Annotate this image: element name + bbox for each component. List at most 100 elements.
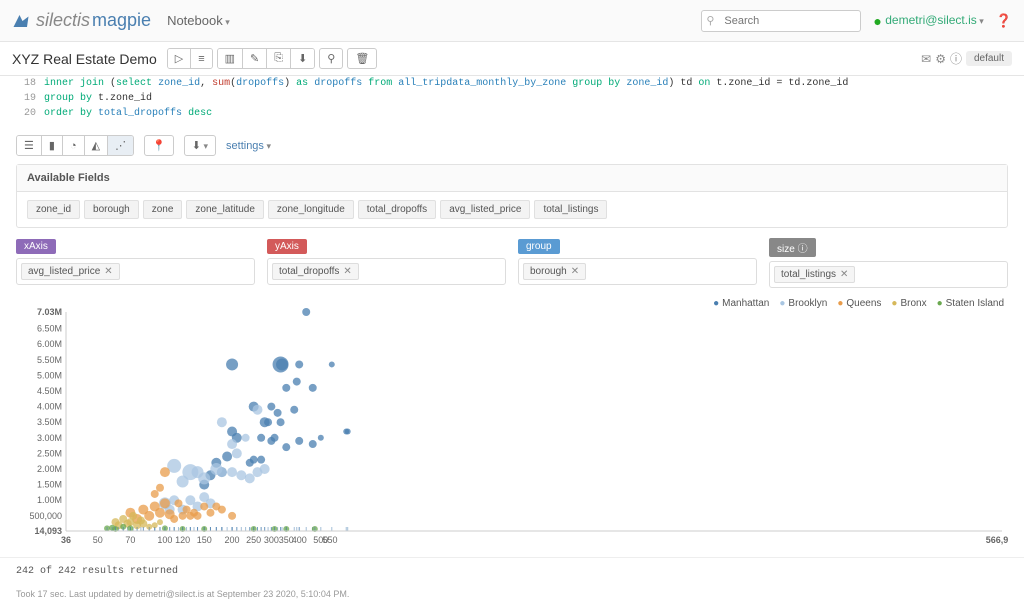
gear-icon[interactable]: ⚙ <box>935 52 946 66</box>
y-axis-label: yAxis <box>267 239 307 254</box>
legend-manhattan[interactable]: Manhattan <box>713 298 769 309</box>
copy-button[interactable]: ⎘ <box>266 49 290 68</box>
legend-queens[interactable]: Queens <box>837 298 881 309</box>
x-axis-dropzone[interactable]: avg_listed_price✕ <box>16 258 255 285</box>
svg-text:250: 250 <box>246 535 261 545</box>
field-tag[interactable]: avg_listed_price <box>440 200 530 219</box>
search-cells-button[interactable]: ⚲ <box>319 48 343 69</box>
remove-icon[interactable]: ✕ <box>840 269 848 280</box>
svg-text:550: 550 <box>323 535 338 545</box>
viz-bar-button[interactable]: ▮ <box>41 136 62 155</box>
magpie-icon <box>12 12 30 30</box>
chart-legend: Manhattan Brooklyn Queens Bronx Staten I… <box>713 298 1004 309</box>
group-dropzone[interactable]: borough✕ <box>518 258 757 285</box>
remove-icon[interactable]: ✕ <box>571 266 579 277</box>
svg-text:3.50M: 3.50M <box>37 417 62 427</box>
remove-icon[interactable]: ✕ <box>343 266 351 277</box>
sql-editor[interactable]: 18inner join (select zone_id, sum(dropof… <box>0 76 1024 127</box>
size-encoding: size ⓘ total_listings✕ <box>769 238 1008 288</box>
viz-table-button[interactable]: ☰ <box>17 136 41 155</box>
edit-button[interactable]: ✎ <box>242 49 266 68</box>
svg-text:70: 70 <box>125 535 135 545</box>
viz-toolbar: ☰ ▮ ◔ ◭ ⋰ 📍 ⬇ settings <box>0 127 1024 164</box>
remove-icon[interactable]: ✕ <box>104 266 112 277</box>
group-encoding: group borough✕ <box>518 238 757 288</box>
scatter-chart: Manhattan Brooklyn Queens Bronx Staten I… <box>16 298 1008 553</box>
brand-text-prefix: silectis <box>36 10 90 31</box>
search-input[interactable] <box>701 10 861 32</box>
available-fields-panel: Available Fields zone_idboroughzonezone_… <box>16 164 1008 228</box>
results-footer: 242 of 242 results returned <box>0 557 1024 585</box>
svg-text:3.00M: 3.00M <box>37 433 62 443</box>
run-button[interactable]: ▷ <box>168 49 190 68</box>
run-all-button[interactable]: ≡ <box>190 49 211 68</box>
x-axis-chip[interactable]: avg_listed_price✕ <box>21 263 120 280</box>
viz-settings-link[interactable]: settings <box>226 140 271 152</box>
user-menu[interactable]: ● demetri@silect.is <box>873 13 983 29</box>
svg-text:2.00M: 2.00M <box>37 464 62 474</box>
run-group: ▷ ≡ <box>167 48 213 69</box>
field-tag[interactable]: zone_id <box>27 200 80 219</box>
legend-brooklyn[interactable]: Brooklyn <box>779 298 827 309</box>
y-axis-dropzone[interactable]: total_dropoffs✕ <box>267 258 506 285</box>
svg-text:4.00M: 4.00M <box>37 402 62 412</box>
svg-text:36: 36 <box>61 535 71 545</box>
delete-button[interactable]: 🗑 <box>347 48 377 69</box>
svg-text:6.00M: 6.00M <box>37 339 62 349</box>
field-tag[interactable]: borough <box>84 200 139 219</box>
chart-svg: 14,093500,0001.00M1.50M2.00M2.50M3.00M3.… <box>16 298 1008 553</box>
help-icon[interactable]: ❓ <box>996 13 1012 29</box>
field-tag[interactable]: zone_latitude <box>186 200 264 219</box>
svg-text:300: 300 <box>264 535 279 545</box>
x-axis-label: xAxis <box>16 239 56 254</box>
notebook-title: XYZ Real Estate Demo <box>12 51 157 67</box>
y-axis-chip[interactable]: total_dropoffs✕ <box>272 263 359 280</box>
brand-logo: silectismagpie <box>12 10 151 31</box>
size-label: size ⓘ <box>769 238 816 257</box>
field-tag[interactable]: total_dropoffs <box>358 200 436 219</box>
edit-group: ▥ ✎ ⎘ ⬇ <box>217 48 316 69</box>
search-wrap: ⚲ <box>701 10 861 32</box>
viz-map-button[interactable]: 📍 <box>144 135 174 156</box>
svg-text:1.50M: 1.50M <box>37 480 62 490</box>
field-tag[interactable]: zone_longitude <box>268 200 354 219</box>
columns-button[interactable]: ▥ <box>218 49 242 68</box>
svg-text:120: 120 <box>175 535 190 545</box>
svg-text:6.50M: 6.50M <box>37 324 62 334</box>
schema-badge[interactable]: default <box>966 51 1012 66</box>
svg-text:7.03M: 7.03M <box>37 307 62 317</box>
svg-text:2.50M: 2.50M <box>37 448 62 458</box>
svg-text:5.50M: 5.50M <box>37 355 62 365</box>
meta-footer: Took 17 sec. Last updated by demetri@sil… <box>0 585 1024 609</box>
notebook-toolbar: XYZ Real Estate Demo ▷ ≡ ▥ ✎ ⎘ ⬇ ⚲ 🗑 ✉ ⚙… <box>0 42 1024 76</box>
size-chip[interactable]: total_listings✕ <box>774 266 855 283</box>
svg-text:500,000: 500,000 <box>29 511 62 521</box>
field-tag[interactable]: zone <box>143 200 183 219</box>
user-email: demetri@silect.is <box>885 13 977 27</box>
available-fields-title: Available Fields <box>17 165 1007 192</box>
mail-icon[interactable]: ✉ <box>921 52 931 66</box>
group-label: group <box>518 239 560 254</box>
svg-text:5.00M: 5.00M <box>37 370 62 380</box>
group-chip[interactable]: borough✕ <box>523 263 586 280</box>
viz-area-button[interactable]: ◭ <box>84 136 107 155</box>
encodings-row: xAxis avg_listed_price✕ yAxis total_drop… <box>0 238 1024 298</box>
app-header: silectismagpie Notebook ⚲ ● demetri@sile… <box>0 0 1024 42</box>
field-tag[interactable]: total_listings <box>534 200 607 219</box>
info-icon[interactable]: ⓘ <box>950 50 962 67</box>
legend-staten-island[interactable]: Staten Island <box>937 298 1004 309</box>
notebook-dropdown[interactable]: Notebook <box>167 13 230 28</box>
svg-text:4.50M: 4.50M <box>37 386 62 396</box>
legend-bronx[interactable]: Bronx <box>891 298 926 309</box>
download-button[interactable]: ⬇ <box>290 49 314 68</box>
viz-export-button[interactable]: ⬇ <box>184 135 216 156</box>
brand-text-suffix: magpie <box>92 10 151 31</box>
size-dropzone[interactable]: total_listings✕ <box>769 261 1008 288</box>
svg-text:14,093: 14,093 <box>34 526 62 536</box>
svg-text:50: 50 <box>93 535 103 545</box>
svg-text:200: 200 <box>225 535 240 545</box>
svg-text:150: 150 <box>197 535 212 545</box>
viz-pie-button[interactable]: ◔ <box>62 136 84 155</box>
viz-scatter-button[interactable]: ⋰ <box>107 136 133 155</box>
search-icon: ⚲ <box>706 14 714 27</box>
